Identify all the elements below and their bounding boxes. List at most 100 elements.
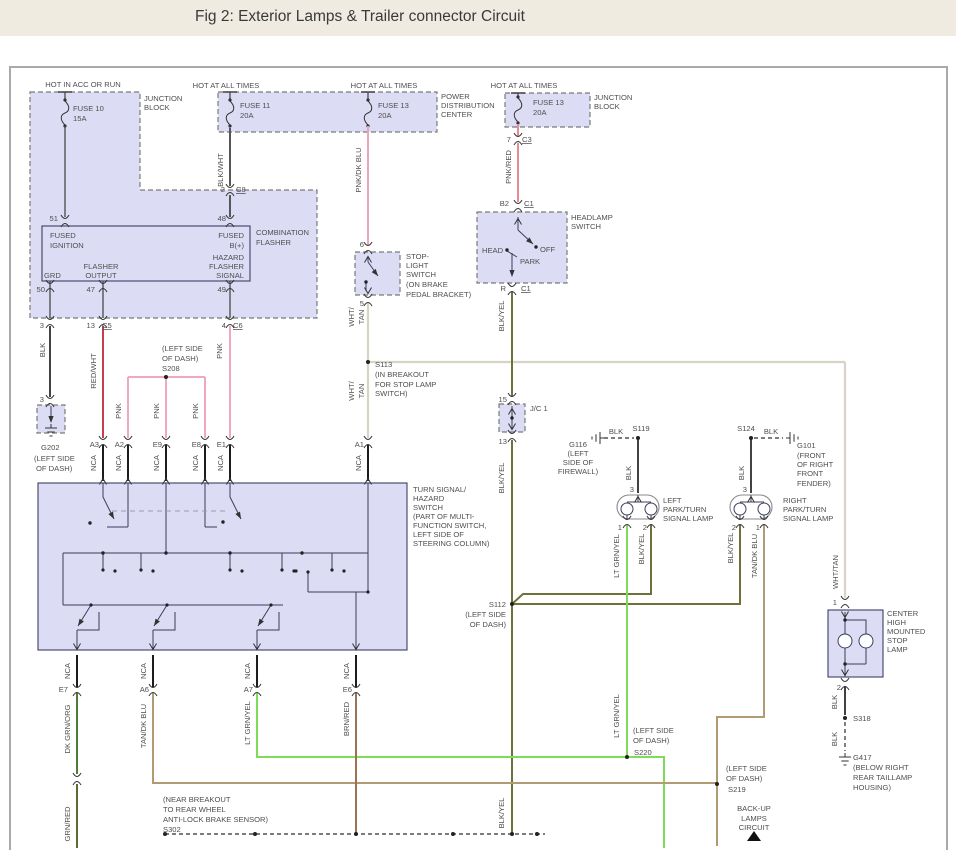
label-fuses-f13: FUSE 13 <box>378 101 409 110</box>
label-sp-s113: S113 <box>375 360 392 369</box>
label-feeds-hot: HOT AT ALL TIMES <box>491 81 558 90</box>
label-flasher-out2: OUTPUT <box>85 271 117 280</box>
stop-light-switch-box <box>354 251 401 296</box>
label-ts-l7: STEERING COLUMN) <box>413 539 490 548</box>
label-gr-g101d: FRONT <box>797 469 824 478</box>
label-sp-s112: S112 <box>489 600 506 609</box>
label-fuses-f10: FUSE 10 <box>73 104 104 113</box>
label-hl-park: PARK <box>520 257 540 266</box>
bulb-icon <box>858 633 874 649</box>
label-wires-tan: TAN <box>357 384 366 399</box>
label-gr-g101c: OF RIGHT <box>797 460 834 469</box>
label-conn-c8: C8 <box>236 185 246 194</box>
label-pins-n49: 49 <box>218 285 226 294</box>
label-pins-e6: E6 <box>343 685 352 694</box>
label-wires-blkyel: BLK/YEL <box>497 463 506 494</box>
label-sp-s220: S220 <box>634 748 652 757</box>
label-gr-g101e: FENDER) <box>797 479 831 488</box>
label-pins-n48: 48 <box>218 214 226 223</box>
label-hl-l2: SWITCH <box>571 222 601 231</box>
label-bu-l3: CIRCUIT <box>739 823 770 832</box>
label-pins-n2: 2 <box>732 523 736 532</box>
label-loc-od: OF DASH) <box>470 620 507 629</box>
label-wires-nca: NCA <box>243 662 252 679</box>
turn-signal-hazard-switch-box <box>37 482 408 651</box>
label-pins-e8: E8 <box>192 440 201 449</box>
label-wires-ltgrnyel: LT GRN/YEL <box>243 701 252 745</box>
label-sp-s318: S318 <box>853 714 871 723</box>
label-sp-s302c: ANTI-LOCK BRAKE SENSOR) <box>163 815 269 824</box>
label-gr-g417d: HOUSING) <box>853 783 891 792</box>
label-flasher-haz3: SIGNAL <box>216 271 244 280</box>
label-wires-dkgrnorg: DK GRN/ORG <box>63 704 72 753</box>
label-lamps-c5: LAMP <box>887 645 908 654</box>
label-ts-l6: LEFT SIDE OF <box>413 530 464 539</box>
label-wires-ltgrnyel: LT GRN/YEL <box>612 534 621 578</box>
label-hl-off: OFF <box>540 245 556 254</box>
label-fuses-f13: FUSE 13 <box>533 98 564 107</box>
label-sp-s113c: FOR STOP LAMP <box>375 380 436 389</box>
label-blocks-pdc3: CENTER <box>441 110 473 119</box>
label-stop-l2: LIGHT <box>406 261 429 270</box>
label-ts-l4: (PART OF MULTI- <box>413 512 475 521</box>
label-conn-c6: C6 <box>233 321 243 330</box>
label-pins-n4: 4 <box>222 321 226 330</box>
label-fuses-a20: 20A <box>240 111 254 120</box>
label-flasher-grd: GRD <box>44 271 61 280</box>
label-fuses-a15: 15A <box>73 114 87 123</box>
label-wires-blkyel: BLK/YEL <box>497 798 506 829</box>
label-sp-s208: S208 <box>162 364 180 373</box>
label-loc-ls: (LEFT SIDE <box>162 344 203 353</box>
label-gr-g417a: G417 <box>853 753 872 762</box>
label-hl-head: HEAD <box>482 246 504 255</box>
label-flasher-t1: COMBINATION <box>256 228 309 237</box>
label-pins-a6: A6 <box>140 685 149 694</box>
bulb-icon <box>620 502 634 516</box>
label-hl-l1: HEADLAMP <box>571 213 613 222</box>
label-wires-blk: BLK <box>830 695 839 709</box>
label-bu-l1: BACK-UP <box>737 804 771 813</box>
label-pins-b2: B2 <box>500 199 509 208</box>
label-sp-s302b: TO REAR WHEEL <box>163 805 226 814</box>
label-stop-l5: PEDAL BRACKET) <box>406 290 472 299</box>
component-boxes <box>29 91 884 678</box>
label-gr-g116d: FIREWALL) <box>558 467 599 476</box>
label-flasher-haz2: FLASHER <box>209 262 245 271</box>
bulb-icon <box>644 502 658 516</box>
label-feeds-hot: HOT AT ALL TIMES <box>351 81 418 90</box>
label-lamps-c1: CENTER <box>887 609 919 618</box>
label-pins-n50: 50 <box>37 285 45 294</box>
label-wires-nca: NCA <box>139 662 148 679</box>
label-flasher-fused: FUSED <box>50 231 76 240</box>
label-pins-n3: 3 <box>40 321 44 330</box>
wire-pnk <box>127 326 231 438</box>
label-flasher-out1: FLASHER <box>83 262 119 271</box>
label-pins-n6: 6 <box>360 240 364 249</box>
label-stop-l3: SWITCH <box>406 270 436 279</box>
label-loc-od: OF DASH) <box>36 464 73 473</box>
label-pins-n7: 7 <box>507 135 511 144</box>
label-wires-pnk: PNK <box>215 343 224 359</box>
label-fuses-f11: FUSE 11 <box>240 101 270 110</box>
label-pins-n3: 3 <box>743 485 747 494</box>
label-fuses-a20: 20A <box>533 108 547 117</box>
label-loc-od: OF DASH) <box>726 774 763 783</box>
label-flasher-bplus: B(+) <box>229 241 244 250</box>
label-wires-grnred: GRN/RED <box>63 806 72 842</box>
label-wires-nca: NCA <box>89 454 98 471</box>
label-blocks-pdc2: DISTRIBUTION <box>441 101 495 110</box>
label-gr-g101b: (FRONT <box>797 451 826 460</box>
label-flasher-t2: FLASHER <box>256 238 292 247</box>
label-pins-a3: A3 <box>90 440 99 449</box>
label-pins-n2: 2 <box>837 683 841 692</box>
label-pins-a7: A7 <box>244 685 253 694</box>
label-conn-c1: C1 <box>521 284 531 293</box>
label-pins-r: R <box>501 284 507 293</box>
label-pins-n1: 1 <box>833 598 837 607</box>
bulb-icon <box>757 502 771 516</box>
label-wires-pnkdkblu: PNK/DK BLU <box>354 147 363 192</box>
label-wires-brnred: BRN/RED <box>342 701 351 736</box>
label-ts-l3: SWITCH <box>413 503 443 512</box>
label-wires-blk: BLK <box>764 427 778 436</box>
label-sp-s219: S219 <box>728 785 746 794</box>
